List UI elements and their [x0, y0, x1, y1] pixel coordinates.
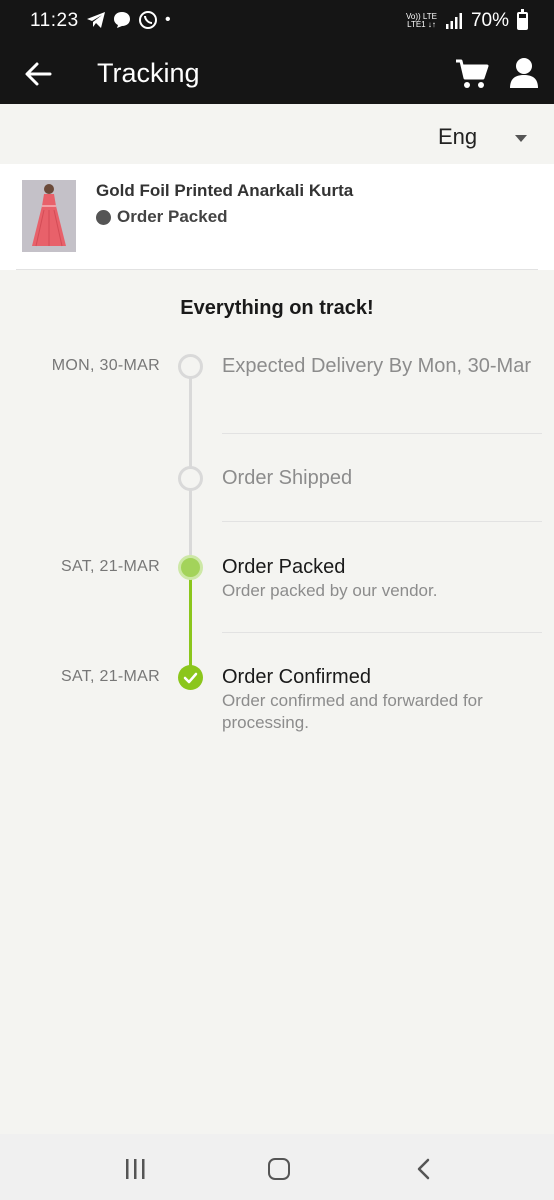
battery-icon: [517, 9, 528, 30]
timeline-line-complete: [189, 567, 192, 677]
step-description: Order confirmed and forwarded for proces…: [222, 691, 483, 732]
language-dropdown[interactable]: Eng: [438, 124, 538, 154]
message-icon: [114, 12, 130, 28]
signal-icon: [445, 13, 462, 29]
language-row: Eng: [0, 104, 554, 164]
system-nav-bar: [0, 1134, 554, 1200]
chevron-down-icon: [515, 135, 527, 142]
cart-icon[interactable]: [455, 58, 489, 90]
status-dot-icon: [96, 209, 111, 225]
step-date: MON, 30-MAR: [51, 357, 160, 374]
product-name: Gold Foil Printed Anarkali Kurta: [96, 181, 354, 200]
user-icon[interactable]: [509, 57, 539, 89]
app-bar: Tracking: [0, 44, 554, 104]
product-card[interactable]: Gold Foil Printed Anarkali Kurta Order P…: [0, 164, 554, 270]
pending-circle-icon: [178, 354, 203, 379]
product-thumbnail: [22, 180, 76, 252]
divider: [222, 433, 542, 434]
language-value: Eng: [438, 124, 478, 149]
step-date: SAT, 21-MAR: [60, 558, 160, 575]
back-arrow-icon[interactable]: [24, 60, 52, 88]
notification-icons: •: [86, 10, 171, 30]
page-title: Tracking: [97, 58, 200, 88]
home-icon[interactable]: [268, 1158, 290, 1180]
step-label: Expected Delivery By Mon, 30-Mar: [222, 355, 532, 377]
step-description: Order packed by our vendor.: [222, 581, 438, 600]
step-date: SAT, 21-MAR: [60, 668, 160, 685]
product-status-text: Order Packed: [117, 207, 228, 226]
check-icon: [178, 665, 203, 690]
telegram-icon: [87, 12, 105, 28]
divider: [16, 269, 538, 270]
step-label: Order Confirmed: [222, 666, 371, 688]
tracking-headline: Everything on track!: [180, 297, 374, 319]
divider: [222, 632, 542, 633]
divider: [222, 521, 542, 522]
step-label: Order Packed: [222, 556, 346, 578]
battery-percentage: 70%: [470, 10, 509, 31]
nav-back-icon[interactable]: [414, 1158, 434, 1180]
status-dot: •: [165, 11, 171, 28]
product-status: Order Packed: [96, 207, 228, 227]
status-time: 11:23: [30, 10, 79, 31]
status-bar: 11:23 • Vo)) LTE LTE1 ↓↑ 70%: [0, 0, 554, 44]
step-label: Order Shipped: [222, 467, 353, 489]
system-icons: Vo)) LTE LTE1 ↓↑ 70%: [405, 9, 528, 32]
whatsapp-icon: [139, 11, 157, 29]
recent-apps-icon[interactable]: [124, 1159, 146, 1179]
network-indicator: Vo)) LTE LTE1 ↓↑: [405, 12, 437, 29]
pending-circle-icon: [178, 466, 203, 491]
current-step-icon: [178, 555, 203, 580]
